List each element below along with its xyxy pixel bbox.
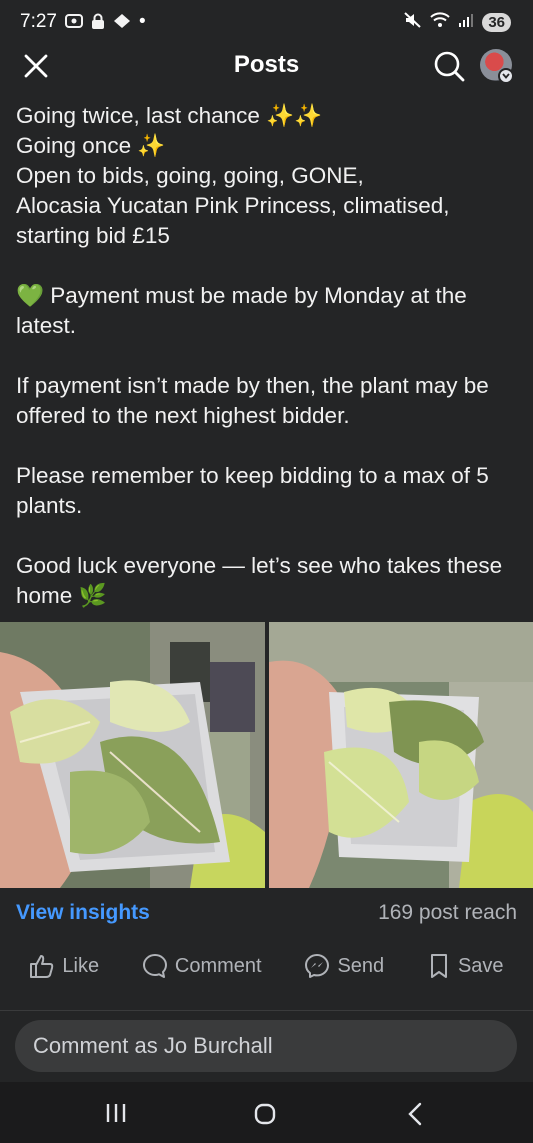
comment-label: Comment: [174, 954, 262, 977]
post-reach-count: 169 post reach: [378, 901, 517, 924]
post-payment: 💚 Payment must be made by Monday at the …: [16, 283, 467, 338]
comment-input[interactable]: Comment as Jo Burchall: [15, 1020, 517, 1072]
like-label: Like: [62, 954, 100, 977]
post-closing: Good luck everyone — let’s see who takes…: [16, 553, 503, 608]
status-dot: •: [138, 11, 146, 32]
send-button[interactable]: Send: [304, 953, 384, 979]
post-line-3: Open to bids, going, going, GONE,: [16, 163, 364, 188]
bookmark-icon: [430, 954, 447, 978]
mute-icon: [404, 12, 422, 32]
messenger-icon: [305, 954, 330, 978]
save-label: Save: [457, 954, 504, 977]
comment-icon: [143, 954, 167, 978]
recent-apps-button[interactable]: [105, 1102, 127, 1129]
vpn-icon: [113, 13, 131, 32]
post-text: Going twice, last chance ✨✨ Going once ✨…: [16, 101, 521, 611]
screenshot-icon: [64, 13, 83, 32]
chevron-down-icon[interactable]: [498, 68, 514, 84]
divider: [0, 1010, 533, 1011]
send-label: Send: [337, 954, 385, 977]
app-bar: Posts: [0, 44, 533, 90]
status-bar: 7:27 • 36: [0, 0, 533, 44]
post-line-5: starting bid £15: [16, 223, 170, 248]
plant-photo-2[interactable]: [268, 622, 533, 888]
home-button[interactable]: [253, 1102, 277, 1131]
battery-indicator: 36: [482, 12, 511, 32]
insights-row: View insights 169 post reach: [16, 899, 517, 927]
home-icon: [254, 1103, 276, 1125]
save-button[interactable]: Save: [427, 953, 504, 979]
post-line-1: Going twice, last chance ✨✨: [16, 103, 323, 128]
back-icon: [408, 1102, 422, 1126]
recent-apps-icon: [106, 1104, 126, 1122]
comment-button[interactable]: Comment: [142, 953, 262, 979]
system-nav-bar: [0, 1082, 533, 1143]
status-right: 36: [404, 12, 511, 32]
thumbs-up-icon: [30, 955, 54, 978]
post-rule-1: If payment isn’t made by then, the plant…: [16, 373, 489, 428]
post-line-2: Going once ✨: [16, 133, 166, 158]
like-button[interactable]: Like: [29, 953, 99, 979]
post-actions: Like Comment Send Save: [0, 945, 533, 987]
wifi-icon: [430, 12, 451, 32]
back-button[interactable]: [405, 1102, 427, 1131]
plant-photo-1[interactable]: [0, 622, 265, 888]
status-time: 7:27: [20, 11, 57, 32]
view-insights-link[interactable]: View insights: [16, 901, 150, 925]
lock-icon: [91, 13, 105, 32]
search-icon: [434, 51, 465, 82]
search-button[interactable]: [433, 50, 465, 82]
post-rule-2: Please remember to keep bidding to a max…: [16, 463, 489, 518]
status-left: 7:27 •: [20, 11, 146, 33]
comment-placeholder: Comment as Jo Burchall: [33, 1033, 273, 1058]
post-line-4: Alocasia Yucatan Pink Princess, climatis…: [16, 193, 450, 218]
post-photos: [0, 622, 533, 888]
signal-icon: [458, 12, 474, 32]
